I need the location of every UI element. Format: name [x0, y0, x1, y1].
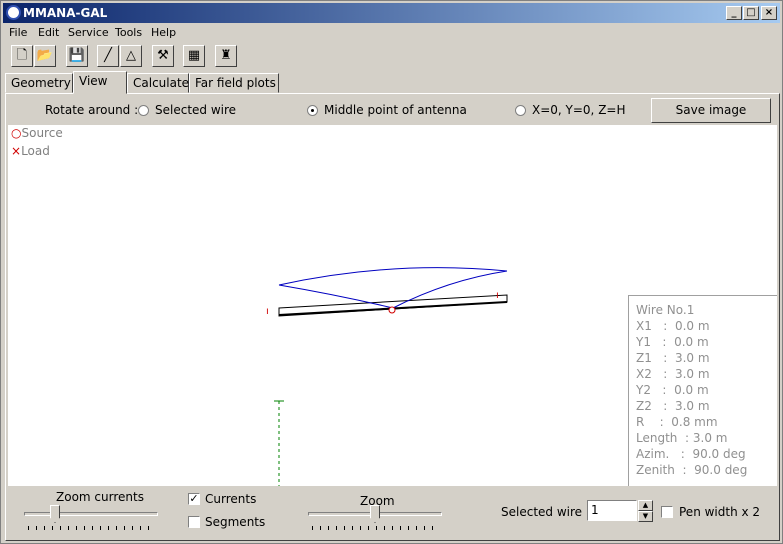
app-logo-icon [6, 5, 21, 20]
control-bar: Zoom currents ✓ Currents Segments Zoom S… [8, 487, 778, 539]
tab-geometry[interactable]: Geometry [5, 73, 73, 93]
radio-origin-label[interactable]: X=0, Y=0, Z=H [532, 103, 626, 117]
zoom-currents-slider[interactable] [50, 505, 60, 523]
close-button[interactable]: × [761, 6, 777, 20]
menu-service[interactable]: Service [68, 26, 109, 39]
menu-help[interactable]: Help [151, 26, 176, 39]
selected-wire-input[interactable]: 1 [587, 500, 637, 521]
menu-edit[interactable]: Edit [38, 26, 59, 39]
source-point-icon [388, 306, 396, 314]
window-title: MMANA-GAL [23, 6, 108, 20]
segments-checkbox[interactable] [188, 516, 200, 528]
open-folder-icon[interactable]: 📂 [34, 45, 56, 67]
wire-info-line: X2 : 3.0 m [636, 367, 710, 381]
radio-origin[interactable] [515, 105, 526, 116]
wire-info-box: Wire No.1 X1 : 0.0 m Y1 : 0.0 m Z1 : 3.0… [628, 295, 777, 486]
wire-info-line: Y2 : 0.0 m [636, 383, 709, 397]
rotate-label: Rotate around : [45, 103, 139, 117]
menu-bar: File Edit Service Tools Help [3, 24, 780, 42]
wire-info-line: Z2 : 3.0 m [636, 399, 710, 413]
pen-width-label[interactable]: Pen width x 2 [679, 505, 760, 519]
currents-checkbox[interactable]: ✓ [188, 493, 200, 505]
save-disk-icon[interactable]: 💾 [66, 45, 88, 67]
wire-info-line: Azim. : 90.0 deg [636, 447, 746, 461]
radio-selected-wire-label[interactable]: Selected wire [155, 103, 236, 117]
spin-down-icon[interactable]: ▼ [638, 511, 653, 522]
title-bar: MMANA-GAL _ □ × [3, 3, 780, 23]
save-image-button[interactable]: Save image [651, 98, 771, 123]
radio-middle-point[interactable] [307, 105, 318, 116]
toolbar: 🗋 📂 💾 ╱ △ ⚒ ▦ ♜ [3, 43, 780, 69]
zoom-ticks [312, 526, 438, 530]
zoom-currents-ticks [28, 526, 154, 530]
current-curve-top [278, 267, 508, 286]
tools-icon[interactable]: ⚒ [152, 45, 174, 67]
main-window: MMANA-GAL _ □ × File Edit Service Tools … [0, 0, 783, 544]
selected-wire-label: Selected wire [501, 505, 583, 519]
currents-label[interactable]: Currents [205, 492, 256, 506]
zoom-currents-track[interactable] [24, 512, 158, 516]
radio-middle-point-label[interactable]: Middle point of antenna [324, 103, 467, 117]
wire-info-line: Zenith : 90.0 deg [636, 463, 748, 477]
tab-calculate[interactable]: Calculate [127, 73, 189, 93]
maximize-button[interactable]: □ [743, 6, 759, 20]
antenna-icon[interactable]: ♜ [215, 45, 237, 67]
triangle-icon[interactable]: △ [120, 45, 142, 67]
calculator-icon[interactable]: ▦ [183, 45, 205, 67]
wire-info-line: Length : 3.0 m [636, 431, 728, 445]
spin-up-icon[interactable]: ▲ [638, 500, 653, 511]
tab-view[interactable]: View [73, 71, 127, 94]
new-file-icon[interactable]: 🗋 [11, 45, 33, 67]
wire-end-marker-right: ı [496, 290, 499, 301]
wire-end-marker-left: ı [266, 306, 269, 317]
menu-file[interactable]: File [9, 26, 27, 39]
wire-info-line: Y1 : 0.0 m [636, 335, 709, 349]
wire-info-line: Wire No.1 [636, 303, 695, 317]
segments-label[interactable]: Segments [205, 515, 265, 529]
tab-far-field-plots[interactable]: Far field plots [189, 73, 279, 93]
pen-width-checkbox[interactable] [661, 506, 673, 518]
zoom-slider[interactable] [370, 505, 380, 523]
radio-selected-wire[interactable] [138, 105, 149, 116]
antenna-view-canvas[interactable]: ○Source ×Load ı ı Wire No.1 X1 : 0.0 m Y… [8, 125, 777, 486]
wire-info-line: X1 : 0.0 m [636, 319, 710, 333]
draw-line-icon[interactable]: ╱ [97, 45, 119, 67]
rotate-bar: Rotate around : Selected wire Middle poi… [5, 95, 778, 125]
wire-info-line: Z1 : 3.0 m [636, 351, 710, 365]
zoom-currents-label: Zoom currents [56, 490, 144, 504]
minimize-button[interactable]: _ [726, 6, 742, 20]
wire-info-line: R : 0.8 mm [636, 415, 718, 429]
menu-tools[interactable]: Tools [115, 26, 142, 39]
